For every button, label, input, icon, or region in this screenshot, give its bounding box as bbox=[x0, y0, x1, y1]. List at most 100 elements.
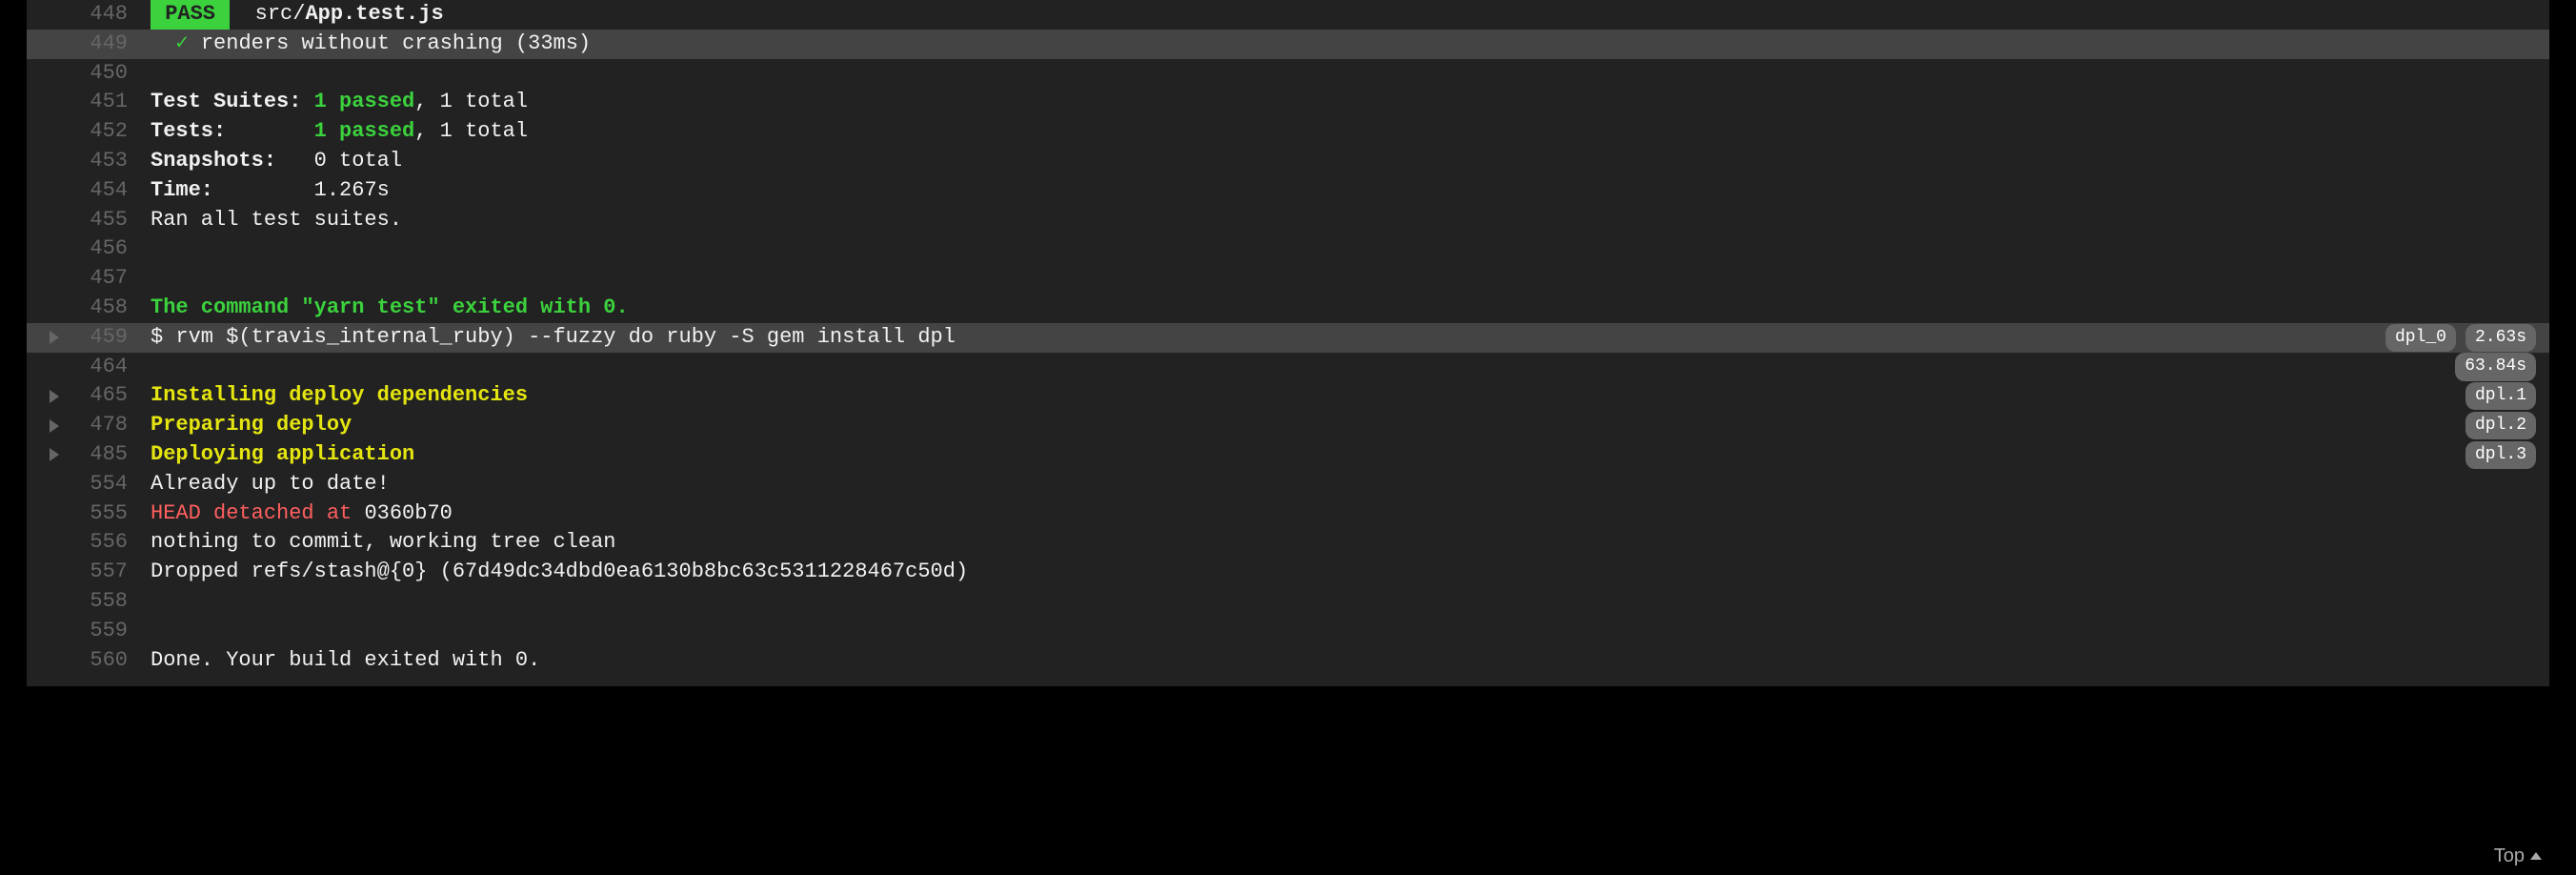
log-content: $ rvm $(travis_internal_ruby) --fuzzy do… bbox=[151, 323, 2385, 353]
log-segment bbox=[151, 59, 163, 89]
log-segment: renders without crashing (33ms) bbox=[201, 30, 591, 59]
fold-gutter[interactable] bbox=[27, 390, 82, 403]
fold-arrow-icon bbox=[50, 419, 59, 433]
fold-gutter[interactable] bbox=[27, 419, 82, 433]
log-line: 457 bbox=[27, 264, 2549, 294]
log-segment: App.test.js bbox=[305, 0, 443, 30]
log-segment: nothing to commit, working tree clean bbox=[151, 528, 615, 558]
build-log: 448 PASS src/App.test.js449 ✓ renders wi… bbox=[27, 0, 2549, 686]
log-segment: 1 passed bbox=[314, 88, 415, 117]
line-number: 558 bbox=[82, 587, 151, 617]
log-segment: $ rvm $(travis_internal_ruby) --fuzzy do… bbox=[151, 323, 956, 353]
log-content: Ran all test suites. bbox=[151, 206, 2536, 235]
timing-badge: dpl_0 bbox=[2385, 324, 2456, 352]
line-number: 457 bbox=[82, 264, 151, 294]
log-line: 451Test Suites: 1 passed, 1 total bbox=[27, 88, 2549, 117]
fold-gutter[interactable] bbox=[27, 331, 82, 344]
log-content bbox=[151, 617, 2536, 646]
log-segment bbox=[151, 353, 163, 382]
log-content: Already up to date! bbox=[151, 470, 2536, 499]
log-content: ✓ renders without crashing (33ms) bbox=[151, 30, 2536, 59]
log-content: Snapshots: 0 total bbox=[151, 147, 2536, 176]
log-segment bbox=[151, 617, 163, 646]
log-content: Deploying application bbox=[151, 440, 2465, 470]
fold-arrow-icon bbox=[50, 331, 59, 344]
line-number: 449 bbox=[82, 30, 151, 59]
line-number: 557 bbox=[82, 558, 151, 587]
log-segment: Installing deploy dependencies bbox=[151, 381, 528, 411]
log-segment bbox=[151, 234, 163, 264]
log-segment bbox=[151, 264, 163, 294]
log-line: 558 bbox=[27, 587, 2549, 617]
log-content bbox=[151, 587, 2536, 617]
log-line: 452Tests: 1 passed, 1 total bbox=[27, 117, 2549, 147]
log-line: 449 ✓ renders without crashing (33ms) bbox=[27, 30, 2549, 59]
log-line: 559 bbox=[27, 617, 2549, 646]
caret-up-icon bbox=[2530, 852, 2542, 860]
log-segment: 0360b70 bbox=[364, 499, 452, 529]
log-segment: Deploying application bbox=[151, 440, 414, 470]
top-label: Top bbox=[2494, 843, 2525, 869]
log-segment: Time: bbox=[151, 176, 213, 206]
log-content: Done. Your build exited with 0. bbox=[151, 646, 2536, 676]
log-segment: The command "yarn test" exited with 0. bbox=[151, 294, 629, 323]
fold-arrow-icon bbox=[50, 390, 59, 403]
log-content bbox=[151, 59, 2536, 89]
log-line-foldable[interactable]: 478Preparing deploy dpl.2 bbox=[27, 411, 2549, 440]
line-number: 448 bbox=[82, 0, 151, 30]
log-line: 458The command "yarn test" exited with 0… bbox=[27, 294, 2549, 323]
log-line: 456 bbox=[27, 234, 2549, 264]
log-line: 557Dropped refs/stash@{0} (67d49dc34dbd0… bbox=[27, 558, 2549, 587]
timing-badges: 63.84s bbox=[2455, 353, 2536, 380]
log-line: 555HEAD detached at 0360b70 bbox=[27, 499, 2549, 529]
log-segment: , 1 total bbox=[414, 117, 528, 147]
line-number: 465 bbox=[82, 381, 151, 411]
log-content: Test Suites: 1 passed, 1 total bbox=[151, 88, 2536, 117]
log-line: 448 PASS src/App.test.js bbox=[27, 0, 2549, 30]
timing-badge: dpl.2 bbox=[2465, 412, 2536, 439]
timing-badges: dpl_02.63s bbox=[2385, 324, 2536, 352]
log-segment: PASS bbox=[151, 0, 230, 30]
fold-arrow-icon bbox=[50, 448, 59, 461]
line-number: 556 bbox=[82, 528, 151, 558]
log-content: HEAD detached at 0360b70 bbox=[151, 499, 2536, 529]
log-line: 453Snapshots: 0 total bbox=[27, 147, 2549, 176]
timing-badge: dpl.3 bbox=[2465, 441, 2536, 469]
log-line: 455Ran all test suites. bbox=[27, 206, 2549, 235]
log-segment: Test Suites: bbox=[151, 88, 314, 117]
log-segment: HEAD detached at bbox=[151, 499, 364, 529]
log-content: PASS src/App.test.js bbox=[151, 0, 2536, 30]
log-segment: Snapshots: bbox=[151, 147, 314, 176]
log-content: Tests: 1 passed, 1 total bbox=[151, 117, 2536, 147]
line-number: 450 bbox=[82, 59, 151, 89]
fold-gutter[interactable] bbox=[27, 448, 82, 461]
log-segment: 0 total bbox=[314, 147, 402, 176]
line-number: 464 bbox=[82, 353, 151, 382]
log-line: 554Already up to date! bbox=[27, 470, 2549, 499]
line-number: 554 bbox=[82, 470, 151, 499]
timing-badges: dpl.3 bbox=[2465, 441, 2536, 469]
line-number: 459 bbox=[82, 323, 151, 353]
timing-badges: dpl.2 bbox=[2465, 412, 2536, 439]
log-segment: 1 passed bbox=[314, 117, 415, 147]
log-line-foldable[interactable]: 465Installing deploy dependenciesdpl.1 bbox=[27, 381, 2549, 411]
line-number: 454 bbox=[82, 176, 151, 206]
line-number: 559 bbox=[82, 617, 151, 646]
log-content bbox=[151, 353, 2455, 382]
log-content: Time: 1.267s bbox=[151, 176, 2536, 206]
log-segment: Already up to date! bbox=[151, 470, 390, 499]
line-number: 478 bbox=[82, 411, 151, 440]
log-line: 454Time: 1.267s bbox=[27, 176, 2549, 206]
scroll-to-top-button[interactable]: Top bbox=[2494, 843, 2542, 869]
log-segment bbox=[151, 587, 163, 617]
log-segment: 1.267s bbox=[213, 176, 390, 206]
log-segment: Preparing deploy bbox=[151, 411, 352, 440]
line-number: 555 bbox=[82, 499, 151, 529]
log-content bbox=[151, 234, 2536, 264]
log-content: The command "yarn test" exited with 0. bbox=[151, 294, 2536, 323]
log-line: 464 63.84s bbox=[27, 353, 2549, 382]
log-line-foldable[interactable]: 485Deploying applicationdpl.3 bbox=[27, 440, 2549, 470]
line-number: 455 bbox=[82, 206, 151, 235]
log-content: Dropped refs/stash@{0} (67d49dc34dbd0ea6… bbox=[151, 558, 2536, 587]
log-line-foldable[interactable]: 459$ rvm $(travis_internal_ruby) --fuzzy… bbox=[27, 323, 2549, 353]
